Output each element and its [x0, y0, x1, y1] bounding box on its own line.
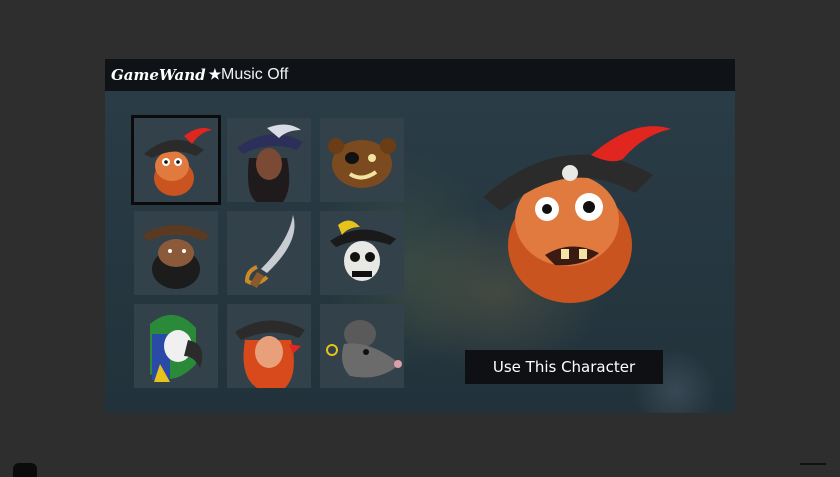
character-tile-eyepatch-bear[interactable] [320, 118, 404, 202]
character-tile-female-pirate[interactable] [227, 118, 311, 202]
music-toggle-button[interactable]: Music Off [221, 66, 288, 84]
info-icon[interactable] [13, 463, 37, 477]
character-tile-cutlass[interactable] [227, 211, 311, 295]
selected-character-preview [483, 126, 671, 303]
character-grid [131, 115, 404, 388]
logo-text: GameWand [111, 66, 206, 84]
character-tile-bearded-pirate[interactable] [134, 211, 218, 295]
character-tile-rat[interactable] [320, 304, 404, 388]
skeleton-pirate-icon [330, 220, 396, 281]
skull-emblem [562, 165, 578, 181]
bearded-pirate-icon [142, 225, 210, 289]
eyepatch-bear-icon [328, 138, 396, 188]
character-select-panel: GameWand ★ Music Off Use This Character [105, 59, 735, 413]
fullscreen-icon[interactable] [800, 463, 826, 475]
use-this-character-button[interactable]: Use This Character [465, 350, 663, 384]
cutlass-icon [244, 215, 295, 289]
female-pirate-icon [237, 124, 303, 202]
character-tile-parrot[interactable] [134, 304, 218, 388]
character-tile-pirate-captain[interactable] [131, 115, 221, 205]
top-bar: GameWand ★ Music Off [105, 59, 735, 91]
star-icon: ★ [208, 67, 222, 83]
parrot-icon [150, 314, 203, 382]
redhead-pirate-icon [235, 320, 305, 388]
pirate-captain-icon [144, 128, 212, 196]
red-feather [591, 126, 671, 162]
gamewand-logo[interactable]: GameWand ★ [111, 61, 221, 89]
character-tile-skeleton-pirate[interactable] [320, 211, 404, 295]
character-tile-redhead-pirate[interactable] [227, 304, 311, 388]
rat-icon [326, 320, 402, 378]
